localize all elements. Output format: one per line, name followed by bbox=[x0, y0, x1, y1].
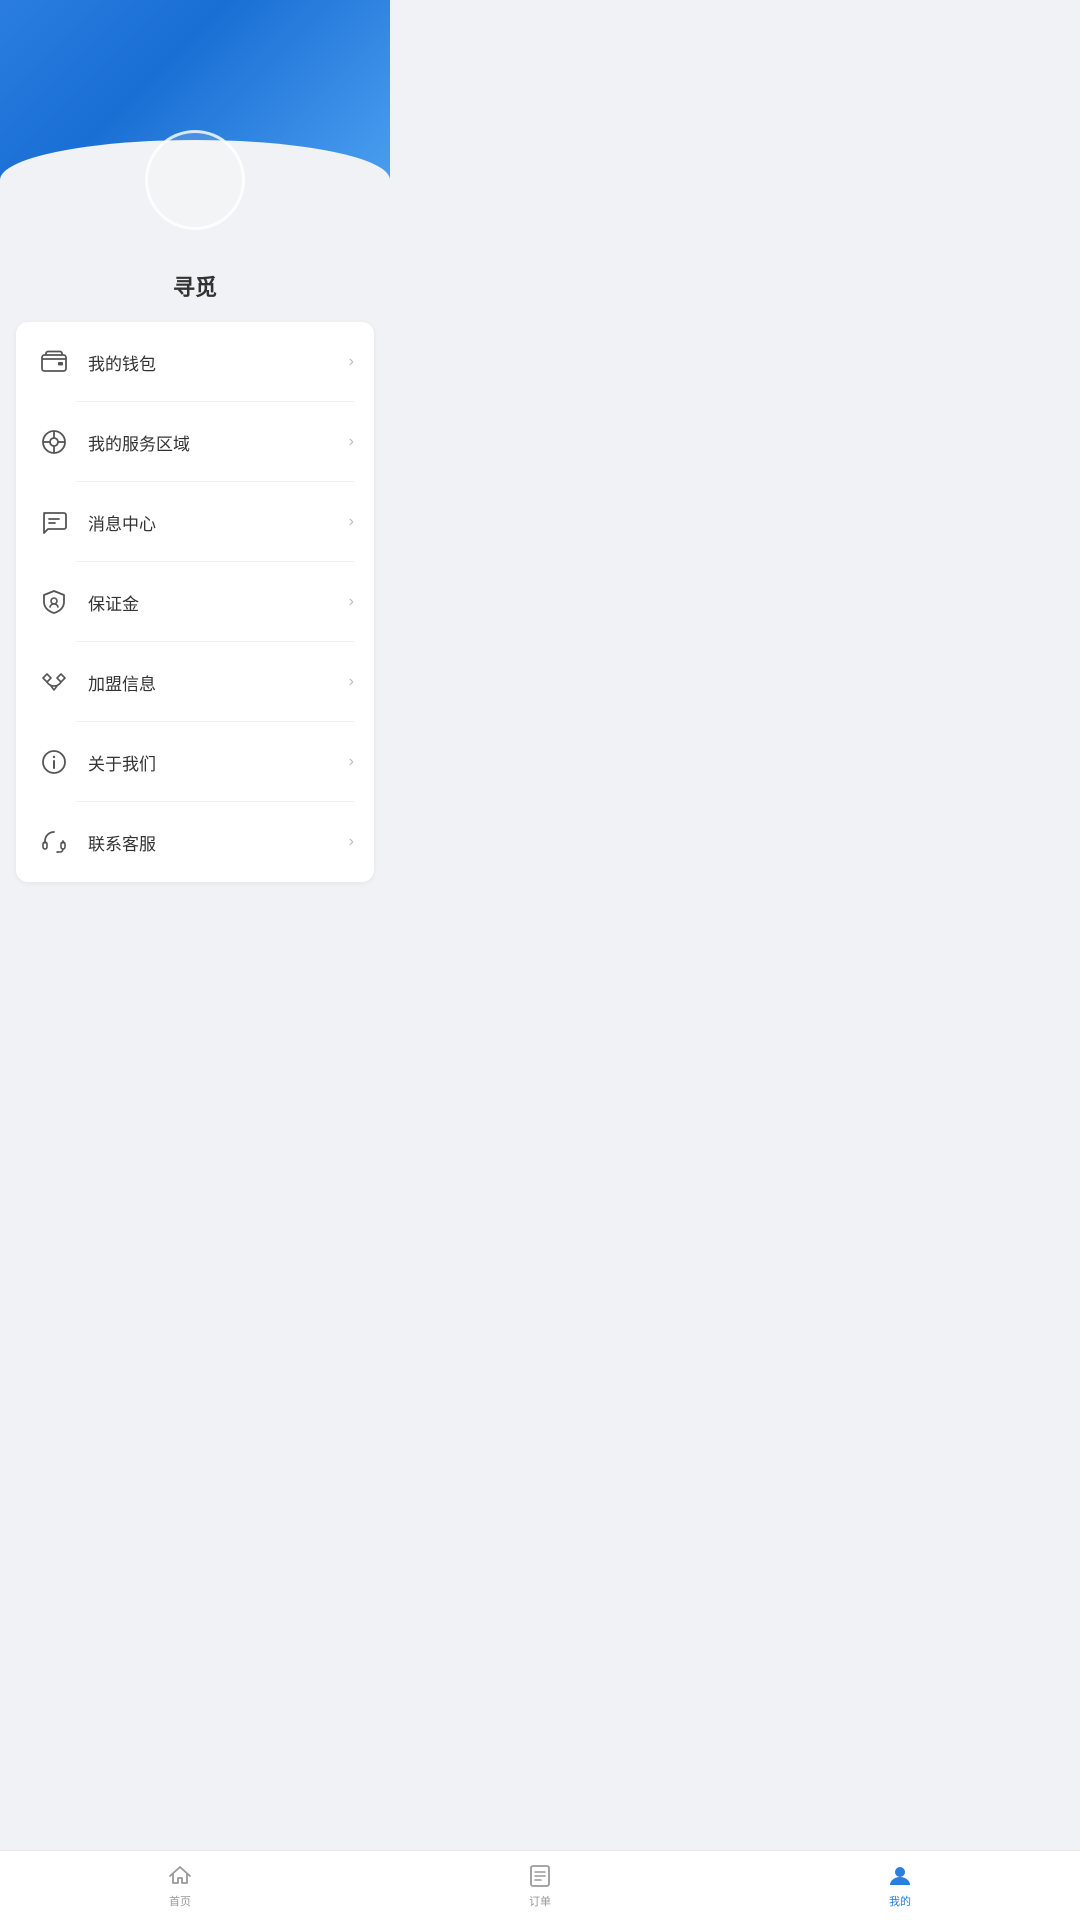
home-icon bbox=[167, 1863, 193, 1889]
service-area-arrow: › bbox=[349, 433, 354, 451]
mine-nav-label: 我的 bbox=[889, 1893, 911, 1909]
menu-item-affiliate[interactable]: 加盟信息 › bbox=[16, 642, 374, 722]
menu-item-wallet[interactable]: 我的钱包 › bbox=[16, 322, 374, 402]
about-label: 关于我们 bbox=[88, 750, 349, 775]
location-icon bbox=[36, 424, 72, 460]
info-icon bbox=[36, 744, 72, 780]
mine-icon bbox=[887, 1863, 913, 1889]
deposit-label: 保证金 bbox=[88, 590, 349, 615]
affiliate-arrow: › bbox=[349, 673, 354, 691]
menu-item-message[interactable]: 消息中心 › bbox=[16, 482, 374, 562]
menu-item-service-area[interactable]: 我的服务区域 › bbox=[16, 402, 374, 482]
orders-nav-label: 订单 bbox=[529, 1893, 551, 1909]
affiliate-label: 加盟信息 bbox=[88, 670, 349, 695]
header-background bbox=[0, 0, 390, 180]
customer-service-arrow: › bbox=[349, 833, 354, 851]
wallet-icon bbox=[36, 344, 72, 380]
shield-icon bbox=[36, 584, 72, 620]
message-label: 消息中心 bbox=[88, 510, 349, 535]
handshake-icon bbox=[36, 664, 72, 700]
service-area-label: 我的服务区域 bbox=[88, 430, 349, 455]
page-title: 寻觅 bbox=[0, 270, 390, 302]
menu-card: 我的钱包 › 我的服务区域 › 消息中心 › bbox=[16, 322, 374, 882]
headset-icon bbox=[36, 824, 72, 860]
avatar bbox=[145, 130, 245, 230]
nav-item-home[interactable]: 首页 bbox=[0, 1851, 360, 1920]
menu-item-about[interactable]: 关于我们 › bbox=[16, 722, 374, 802]
orders-icon bbox=[527, 1863, 553, 1889]
wallet-arrow: › bbox=[349, 353, 354, 371]
nav-item-mine[interactable]: 我的 bbox=[720, 1851, 1080, 1920]
avatar-container bbox=[145, 130, 245, 230]
about-arrow: › bbox=[349, 753, 354, 771]
deposit-arrow: › bbox=[349, 593, 354, 611]
message-icon bbox=[36, 504, 72, 540]
customer-service-label: 联系客服 bbox=[88, 830, 349, 855]
message-arrow: › bbox=[349, 513, 354, 531]
nav-item-orders[interactable]: 订单 bbox=[360, 1851, 720, 1920]
menu-item-deposit[interactable]: 保证金 › bbox=[16, 562, 374, 642]
wallet-label: 我的钱包 bbox=[88, 350, 349, 375]
bottom-navigation: 首页 订单 我的 bbox=[0, 1850, 1080, 1920]
menu-item-customer-service[interactable]: 联系客服 › bbox=[16, 802, 374, 882]
home-nav-label: 首页 bbox=[169, 1893, 191, 1909]
